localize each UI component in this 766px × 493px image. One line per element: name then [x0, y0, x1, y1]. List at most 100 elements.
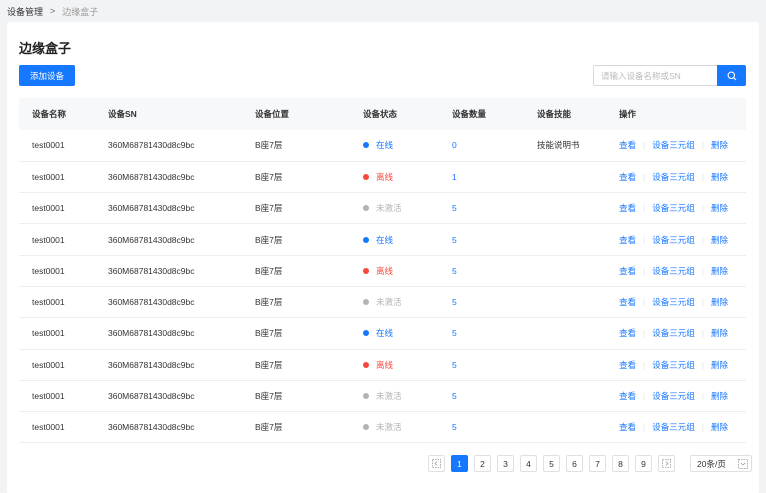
page-button[interactable]: 7: [589, 455, 606, 472]
action-divider: |: [701, 234, 704, 245]
delete-link[interactable]: 删除: [711, 297, 728, 307]
action-divider: |: [643, 297, 646, 308]
skill-doc-link[interactable]: 技能说明书: [537, 140, 580, 150]
device-triple-link[interactable]: 设备三元组: [652, 422, 695, 432]
row-actions: 查看 | 设备三元组 | 删除: [606, 380, 746, 411]
device-name: test0001: [32, 265, 65, 276]
view-link[interactable]: 查看: [619, 140, 636, 150]
device-status: 离线: [350, 161, 439, 192]
device-skill-cell: [524, 318, 606, 349]
table-row: test0001 360M68781430d8c9bc B座7层 未激活 5 查看 | 设备三…: [19, 380, 746, 412]
delete-link[interactable]: 删除: [711, 172, 728, 182]
add-device-button[interactable]: 添加设备: [19, 65, 75, 86]
page-button[interactable]: 5: [543, 455, 560, 472]
device-sn: 360M68781430d8c9bc: [108, 234, 195, 245]
device-status: 未激活: [350, 412, 439, 443]
search-button[interactable]: [717, 65, 746, 86]
device-count-link[interactable]: 5: [452, 266, 457, 276]
device-sn: 360M68781430d8c9bc: [108, 391, 195, 402]
device-count-link[interactable]: 5: [452, 235, 457, 245]
view-link[interactable]: 查看: [619, 391, 636, 401]
action-divider: |: [701, 328, 704, 339]
column-header: 设备SN: [108, 109, 137, 119]
device-location: B座7层: [255, 422, 283, 433]
device-triple-link[interactable]: 设备三元组: [652, 266, 695, 276]
device-count-cell: 5: [439, 349, 524, 380]
action-divider: |: [643, 422, 646, 433]
row-actions: 查看 | 设备三元组 | 删除: [606, 224, 746, 255]
page-button[interactable]: 8: [612, 455, 629, 472]
action-divider: |: [701, 265, 704, 276]
row-actions: 查看 | 设备三元组 | 删除: [606, 286, 746, 317]
page-button[interactable]: 9: [635, 455, 652, 472]
device-sn: 360M68781430d8c9bc: [108, 297, 195, 308]
breadcrumb-current: 边缘盒子: [62, 6, 99, 17]
status-text: 在线: [376, 328, 394, 339]
device-count-cell: 5: [439, 193, 524, 224]
view-link[interactable]: 查看: [619, 360, 636, 370]
device-name: test0001: [32, 422, 65, 433]
page-button[interactable]: 1: [451, 455, 468, 472]
delete-link[interactable]: 删除: [711, 360, 728, 370]
column-header: 操作: [619, 109, 637, 119]
search-input[interactable]: [593, 65, 717, 86]
device-name: test0001: [32, 297, 65, 308]
delete-link[interactable]: 删除: [711, 140, 728, 150]
page-button[interactable]: 3: [497, 455, 514, 472]
device-count-link[interactable]: 5: [452, 422, 457, 432]
device-count-cell: 5: [439, 286, 524, 317]
device-count-link[interactable]: 5: [452, 203, 457, 213]
view-link[interactable]: 查看: [619, 328, 636, 338]
status-text: 未激活: [376, 391, 402, 402]
delete-link[interactable]: 删除: [711, 203, 728, 213]
device-triple-link[interactable]: 设备三元组: [652, 297, 695, 307]
device-triple-link[interactable]: 设备三元组: [652, 391, 695, 401]
device-count-link[interactable]: 5: [452, 297, 457, 307]
view-link[interactable]: 查看: [619, 172, 636, 182]
view-link[interactable]: 查看: [619, 203, 636, 213]
device-count-link[interactable]: 5: [452, 360, 457, 370]
device-count-link[interactable]: 5: [452, 328, 457, 338]
delete-link[interactable]: 删除: [711, 235, 728, 245]
device-location: B座7层: [255, 297, 283, 308]
table-row: test0001 360M68781430d8c9bc B座7层 离线 5 查看 | 设备三元…: [19, 349, 746, 381]
device-name: test0001: [32, 234, 65, 245]
device-triple-link[interactable]: 设备三元组: [652, 140, 695, 150]
status-text: 在线: [376, 140, 394, 151]
table-row: test0001 360M68781430d8c9bc B座7层 离线 5 查看 | 设备三元…: [19, 255, 746, 287]
delete-link[interactable]: 删除: [711, 266, 728, 276]
action-divider: |: [643, 359, 646, 370]
page-button[interactable]: 2: [474, 455, 491, 472]
delete-link[interactable]: 删除: [711, 391, 728, 401]
device-triple-link[interactable]: 设备三元组: [652, 235, 695, 245]
device-count-link[interactable]: 5: [452, 391, 457, 401]
device-triple-link[interactable]: 设备三元组: [652, 360, 695, 370]
device-count-cell: 5: [439, 255, 524, 286]
device-triple-link[interactable]: 设备三元组: [652, 328, 695, 338]
device-location: B座7层: [255, 391, 283, 402]
status-dot: [363, 205, 369, 212]
view-link[interactable]: 查看: [619, 266, 636, 276]
device-skill-cell: [524, 193, 606, 224]
view-link[interactable]: 查看: [619, 422, 636, 432]
action-divider: |: [701, 171, 704, 182]
page-button[interactable]: 4: [520, 455, 537, 472]
device-triple-link[interactable]: 设备三元组: [652, 203, 695, 213]
device-location: B座7层: [255, 359, 283, 370]
breadcrumb-root[interactable]: 设备管理: [7, 5, 43, 18]
page-size-select[interactable]: 20条/页: [690, 455, 752, 472]
jump-next-button[interactable]: [658, 455, 675, 472]
device-triple-link[interactable]: 设备三元组: [652, 172, 695, 182]
action-divider: |: [701, 359, 704, 370]
view-link[interactable]: 查看: [619, 235, 636, 245]
jump-prev-button[interactable]: [428, 455, 445, 472]
device-location: B座7层: [255, 140, 283, 151]
status-dot: [363, 236, 369, 243]
table-header-row: 设备名称 设备SN 设备位置 设备状态 设备数量 设备技能 操作: [19, 98, 746, 130]
delete-link[interactable]: 删除: [711, 422, 728, 432]
view-link[interactable]: 查看: [619, 297, 636, 307]
delete-link[interactable]: 删除: [711, 328, 728, 338]
device-count-link[interactable]: 0: [452, 140, 457, 150]
device-count-link[interactable]: 1: [452, 172, 457, 182]
page-button[interactable]: 6: [566, 455, 583, 472]
